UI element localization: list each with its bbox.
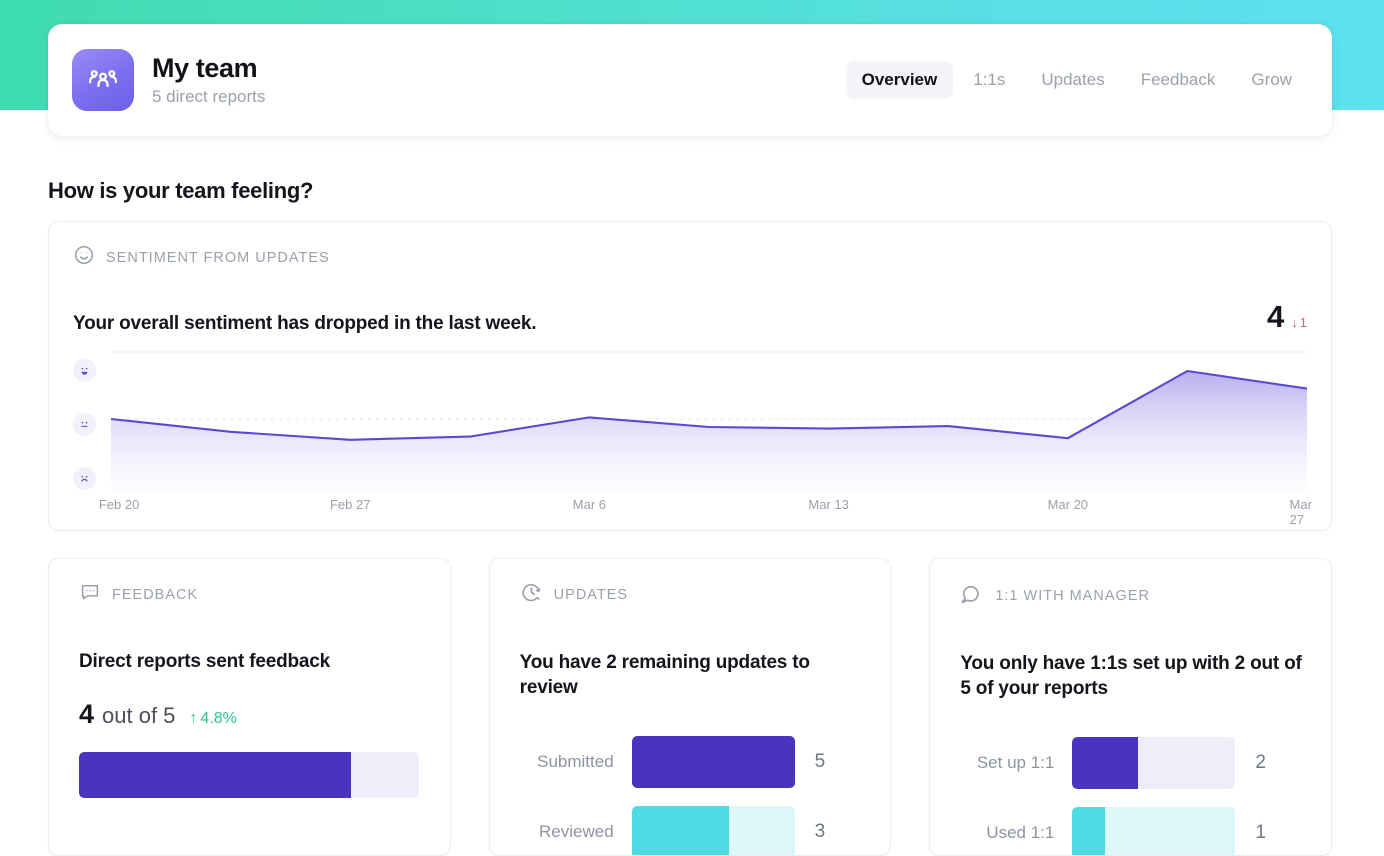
chat-bubble-dots-icon	[79, 581, 101, 608]
one-on-one-row-label-setup: Set up 1:1	[960, 753, 1072, 773]
updates-row-label-submitted: Submitted	[520, 752, 632, 772]
tab-feedback[interactable]: Feedback	[1125, 61, 1232, 99]
sentiment-delta-value: 1	[1300, 315, 1307, 330]
page-root: My team 5 direct reports Overview 1:1s U…	[0, 0, 1384, 856]
chart-x-tick: Feb 27	[330, 497, 370, 512]
metric-row: Submitted 5	[520, 736, 865, 788]
brand: My team 5 direct reports	[72, 49, 265, 111]
chart-x-tick: Mar 20	[1048, 497, 1088, 512]
updates-row-label-reviewed: Reviewed	[520, 822, 632, 842]
metric-row: Reviewed 3	[520, 806, 865, 856]
one-on-one-bar-track-setup	[1072, 737, 1235, 789]
tab-updates[interactable]: Updates	[1025, 61, 1120, 99]
one-on-one-bar-track-used	[1072, 807, 1235, 856]
sentiment-score-group: 4 ↓ 1	[1267, 299, 1307, 335]
metric-row: Used 1:1 1	[960, 807, 1305, 856]
chart-x-axis: Feb 20Feb 27Mar 6Mar 13Mar 20Mar 27	[111, 497, 1307, 517]
updates-card: UPDATES You have 2 remaining updates to …	[489, 558, 892, 856]
feedback-ratio: 4 out of 5 ↑ 4.8%	[79, 699, 424, 730]
updates-bar-track-submitted	[632, 736, 795, 788]
sentiment-headline: Your overall sentiment has dropped in th…	[73, 313, 536, 335]
updates-bar-track-reviewed	[632, 806, 795, 856]
sentiment-chart: Feb 20Feb 27Mar 6Mar 13Mar 20Mar 27	[73, 349, 1307, 521]
metric-row: Set up 1:1 2	[960, 737, 1305, 789]
feedback-progress-track	[79, 752, 419, 798]
feedback-progress-fill	[79, 752, 351, 798]
chart-x-tick: Mar 27	[1290, 497, 1312, 527]
feedback-value: 4	[79, 699, 94, 730]
one-on-one-bar-fill-used	[1072, 807, 1105, 856]
arrow-down-icon: ↓	[1291, 315, 1298, 330]
sentiment-card-label: SENTIMENT FROM UPDATES	[73, 244, 1307, 271]
one-on-one-row-value-used: 1	[1255, 822, 1266, 844]
chart-x-tick: Mar 13	[808, 497, 848, 512]
section-heading: How is your team feeling?	[48, 178, 313, 204]
one-on-one-bar-fill-setup	[1072, 737, 1137, 789]
clock-refresh-icon	[520, 581, 543, 609]
sentiment-score-value: 4	[1267, 299, 1284, 335]
sentiment-header-row: Your overall sentiment has dropped in th…	[73, 299, 1307, 335]
feedback-value-suffix: out of 5	[102, 703, 175, 729]
feedback-headline: Direct reports sent feedback	[79, 650, 424, 675]
one-on-one-metric-rows: Set up 1:1 2 Used 1:1 1	[960, 737, 1305, 856]
tab-overview[interactable]: Overview	[846, 61, 954, 99]
chart-y-axis-icons	[73, 349, 107, 489]
one-on-one-card: 1:1 WITH MANAGER You only have 1:1s set …	[929, 558, 1332, 856]
updates-label-text: UPDATES	[554, 587, 628, 603]
neutral-face-icon	[73, 413, 96, 436]
sentiment-delta: ↓ 1	[1291, 315, 1307, 330]
header-card: My team 5 direct reports Overview 1:1s U…	[48, 24, 1332, 136]
chart-x-tick: Feb 20	[99, 497, 139, 512]
main-nav: Overview 1:1s Updates Feedback Grow	[846, 61, 1308, 99]
page-title: My team	[152, 53, 265, 84]
one-on-one-card-label: 1:1 WITH MANAGER	[960, 581, 1305, 610]
tab-1-1s[interactable]: 1:1s	[957, 61, 1021, 99]
metrics-row: FEEDBACK Direct reports sent feedback 4 …	[48, 558, 1332, 856]
people-group-icon	[72, 49, 134, 111]
sentiment-card: SENTIMENT FROM UPDATES Your overall sent…	[48, 221, 1332, 531]
happy-face-icon	[73, 359, 96, 382]
updates-card-label: UPDATES	[520, 581, 865, 609]
arrow-up-icon: ↑	[189, 710, 197, 728]
one-on-one-headline: You only have 1:1s set up with 2 out of …	[960, 652, 1305, 701]
one-on-one-row-label-used: Used 1:1	[960, 823, 1072, 843]
chart-x-tick: Mar 6	[573, 497, 606, 512]
feedback-trend-value: 4.8%	[200, 710, 236, 728]
one-on-one-label-text: 1:1 WITH MANAGER	[995, 588, 1150, 604]
feedback-card: FEEDBACK Direct reports sent feedback 4 …	[48, 558, 451, 856]
feedback-card-label: FEEDBACK	[79, 581, 424, 608]
updates-row-value-submitted: 5	[815, 751, 826, 773]
page-subtitle: 5 direct reports	[152, 87, 265, 107]
updates-metric-rows: Submitted 5 Reviewed 3	[520, 736, 865, 856]
feedback-trend: ↑ 4.8%	[189, 710, 236, 728]
smiley-face-icon	[73, 244, 95, 271]
speech-bubble-icon	[960, 581, 984, 610]
sad-face-icon	[73, 467, 96, 490]
chart-plot-area	[111, 349, 1307, 491]
one-on-one-row-value-setup: 2	[1255, 752, 1266, 774]
brand-text: My team 5 direct reports	[152, 53, 265, 107]
updates-headline: You have 2 remaining updates to review	[520, 651, 865, 700]
feedback-label-text: FEEDBACK	[112, 587, 198, 603]
updates-bar-fill-reviewed	[632, 806, 730, 856]
sentiment-area-chart	[111, 349, 1307, 491]
tab-grow[interactable]: Grow	[1235, 61, 1308, 99]
updates-row-value-reviewed: 3	[815, 821, 826, 843]
updates-bar-fill-submitted	[632, 736, 795, 788]
sentiment-label-text: SENTIMENT FROM UPDATES	[106, 250, 330, 266]
